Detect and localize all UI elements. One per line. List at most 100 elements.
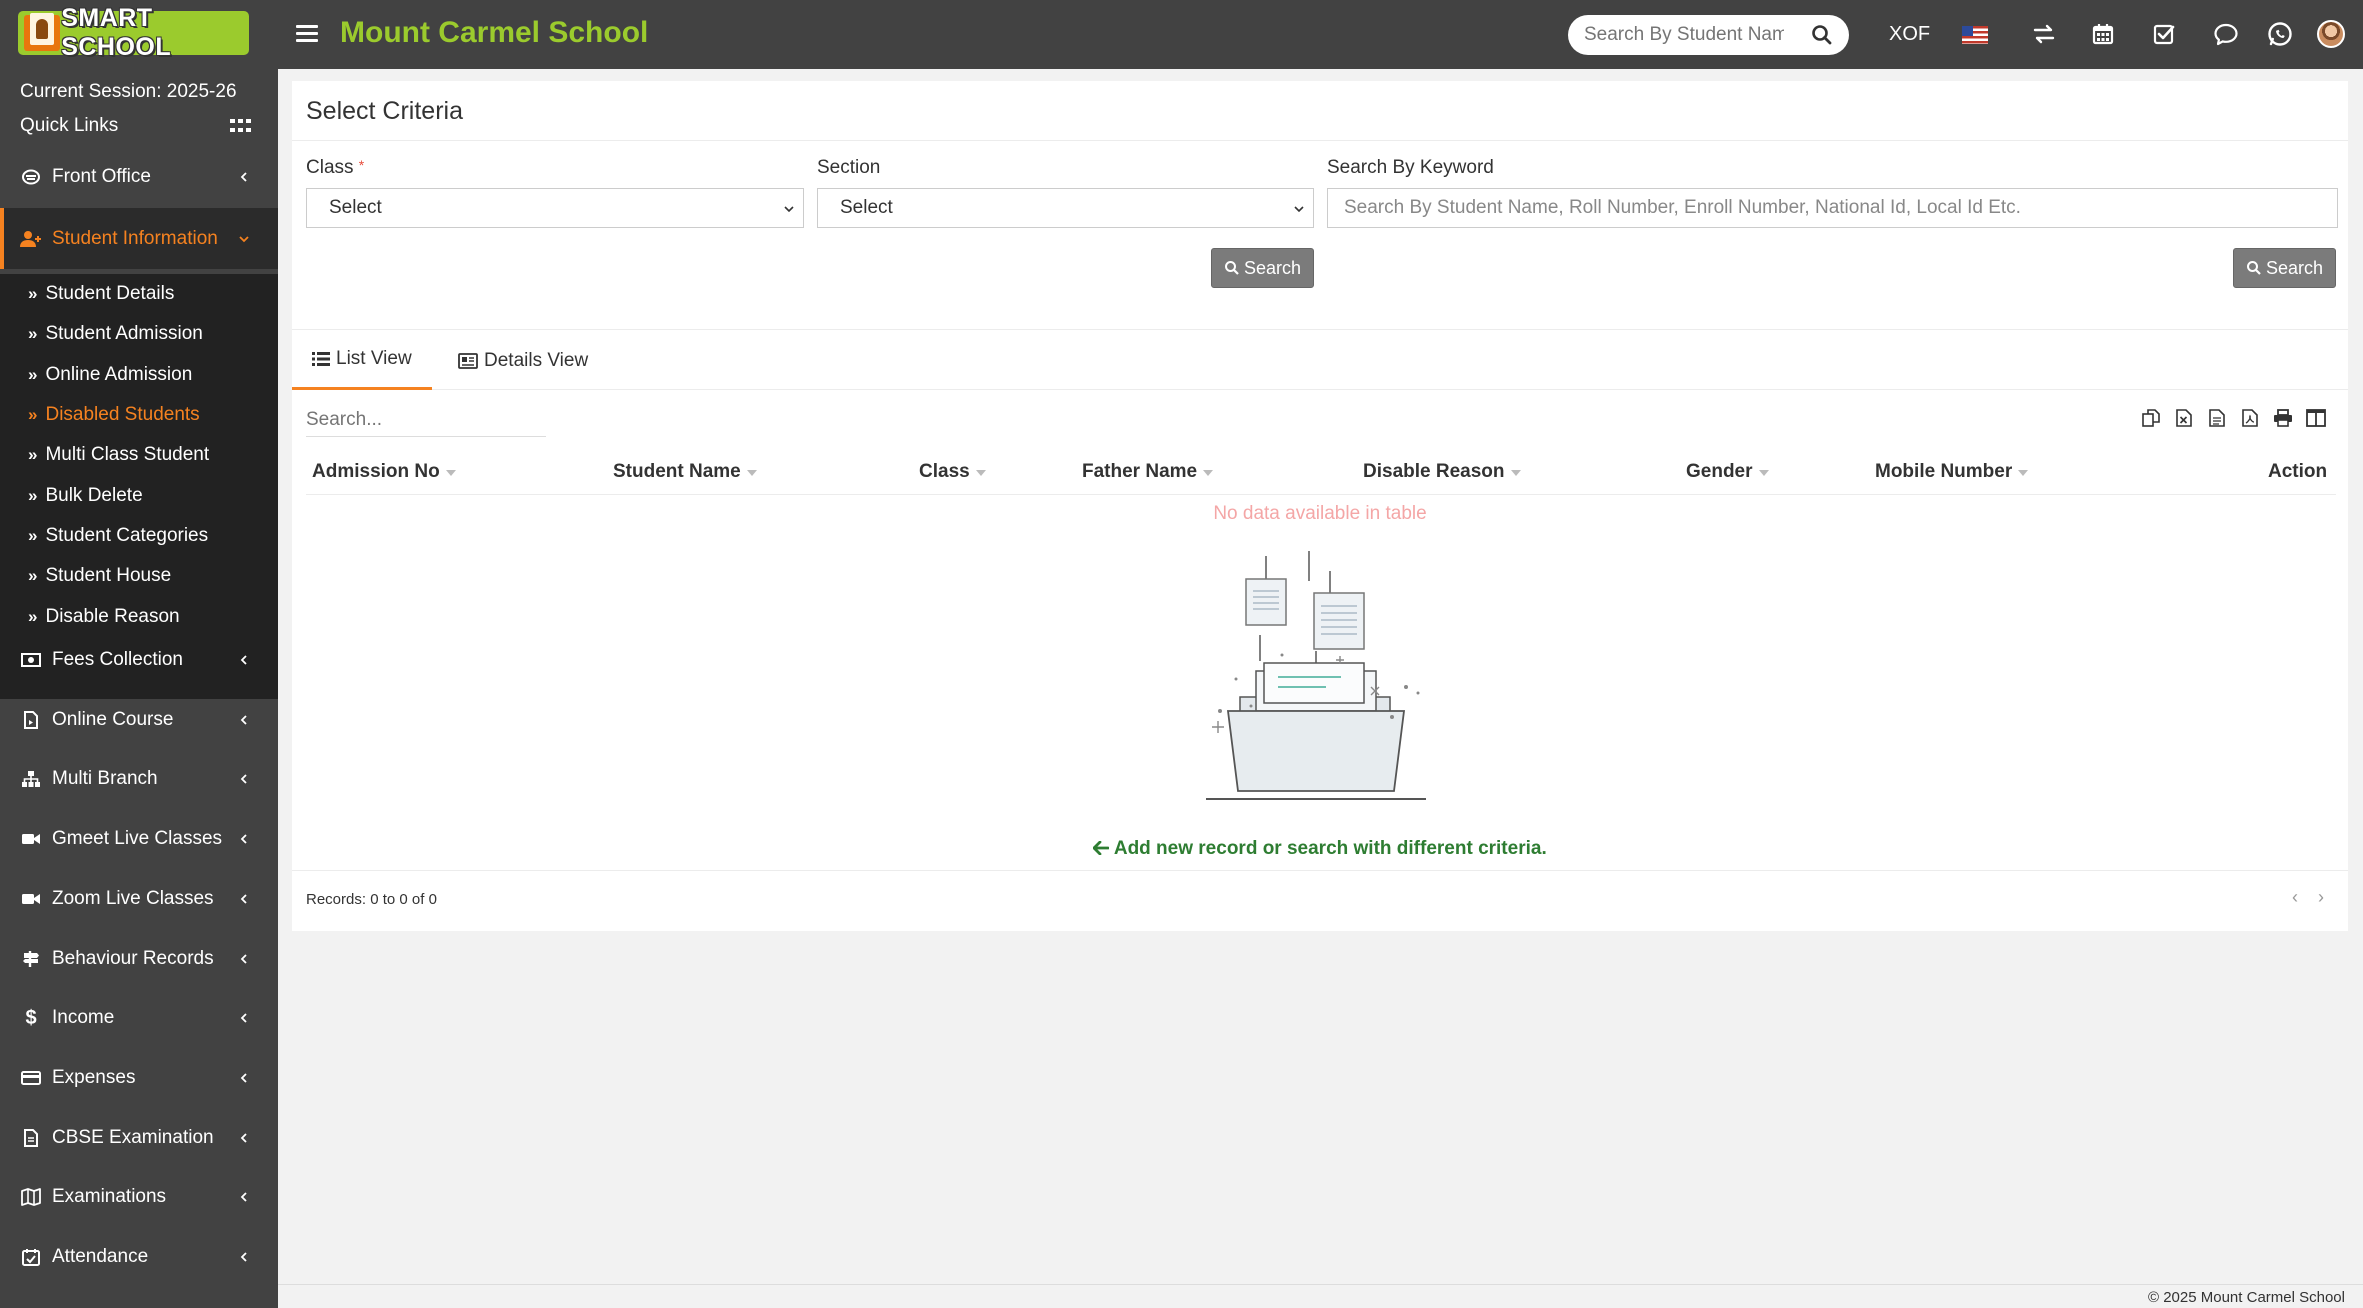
search-by-keyword-button[interactable]: Search	[2233, 248, 2336, 288]
chevron-left-icon	[240, 1252, 247, 1262]
chevron-down-icon	[239, 235, 249, 242]
whatsapp-icon[interactable]	[2265, 19, 2295, 49]
avatar[interactable]	[2317, 20, 2345, 48]
calendar-icon[interactable]	[2088, 19, 2118, 49]
column-header-father-name[interactable]: Father Name	[1082, 461, 1214, 483]
sort-icon	[445, 470, 456, 476]
sort-icon	[1203, 470, 1214, 476]
calendar-check-icon	[20, 1247, 42, 1267]
table-search-input[interactable]	[306, 403, 546, 437]
main-panel: Select Criteria Class * Select Section S…	[292, 81, 2348, 931]
keyword-input[interactable]: Search By Student Name, Roll Number, Enr…	[1327, 188, 2338, 228]
front-office-icon	[20, 167, 42, 187]
book-logo-icon	[18, 11, 61, 55]
columns-icon[interactable]	[2305, 407, 2326, 429]
chevron-left-icon	[240, 834, 247, 844]
sort-icon	[1758, 470, 1769, 476]
sidebar-item-expenses[interactable]: Expenses	[0, 1050, 278, 1106]
sidebar-item-examinations[interactable]: Examinations	[0, 1169, 278, 1225]
class-label: Class *	[306, 157, 365, 178]
video-icon	[20, 889, 42, 909]
column-header-class[interactable]: Class	[919, 461, 986, 483]
grid-icon[interactable]	[230, 119, 251, 135]
prev-page-button[interactable]: ‹	[2292, 887, 2298, 908]
submenu-student-admission[interactable]: » Student Admission	[28, 314, 203, 354]
sidebar-item-behaviour-records[interactable]: Behaviour Records	[0, 931, 278, 987]
tab-list-view[interactable]: List View	[292, 331, 432, 390]
csv-icon[interactable]	[2206, 407, 2227, 429]
class-select[interactable]: Select	[306, 188, 804, 228]
divider	[292, 329, 2348, 330]
sidebar-item-online-course[interactable]: Online Course	[0, 692, 278, 748]
swap-icon[interactable]	[2029, 19, 2059, 49]
column-header-admission-no[interactable]: Admission No	[312, 461, 456, 483]
search-icon[interactable]	[1811, 24, 1833, 46]
copy-icon[interactable]	[2140, 407, 2161, 429]
submenu-disabled-students[interactable]: » Disabled Students	[28, 395, 200, 435]
logo-text: SMART SCHOOL	[61, 4, 172, 61]
sort-icon	[746, 470, 757, 476]
quick-links[interactable]: Quick Links	[20, 115, 118, 137]
student-search-box	[1568, 15, 1849, 55]
column-header-student-name[interactable]: Student Name	[613, 461, 757, 483]
chevron-left-icon	[240, 1073, 247, 1083]
map-icon	[20, 1187, 42, 1207]
column-header-gender[interactable]: Gender	[1686, 461, 1769, 483]
flag-us-icon[interactable]	[1962, 26, 1988, 44]
top-navbar: SMART SCHOOL Mount Carmel School XOF	[0, 0, 2363, 69]
chevron-left-icon	[240, 715, 247, 725]
submenu-disable-reason[interactable]: » Disable Reason	[28, 597, 180, 637]
currency-selector[interactable]: XOF	[1889, 23, 1930, 46]
brand-logo[interactable]: SMART SCHOOL	[18, 4, 249, 61]
sidebar-item-zoom-live-classes[interactable]: Zoom Live Classes	[0, 871, 278, 927]
submenu-student-house[interactable]: » Student House	[28, 556, 171, 596]
divider	[306, 494, 2336, 495]
chevron-left-icon	[240, 1133, 247, 1143]
column-header-mobile-number[interactable]: Mobile Number	[1875, 461, 2029, 483]
document-icon	[20, 1128, 42, 1148]
current-session: Current Session: 2025-26	[20, 81, 237, 102]
student-search-input[interactable]	[1584, 23, 1784, 47]
sidebar-item-front-office[interactable]: Front Office	[0, 149, 278, 205]
sort-icon	[1510, 470, 1521, 476]
section-select[interactable]: Select	[817, 188, 1314, 228]
excel-icon[interactable]	[2173, 407, 2194, 429]
search-icon	[2246, 261, 2261, 275]
required-mark: *	[358, 157, 365, 173]
print-icon[interactable]	[2272, 407, 2293, 429]
submenu-student-categories[interactable]: » Student Categories	[28, 516, 208, 556]
keyword-label: Search By Keyword	[1327, 157, 1494, 178]
sidebar-item-cbse-examination[interactable]: CBSE Examination	[0, 1110, 278, 1166]
chevron-down-icon	[1294, 206, 1304, 213]
chevron-left-icon	[240, 172, 247, 182]
sort-icon	[2018, 470, 2029, 476]
search-icon	[1224, 261, 1239, 275]
sidebar-item-student-information[interactable]: Student Information	[0, 208, 278, 269]
sidebar-item-multi-branch[interactable]: Multi Branch	[0, 751, 278, 807]
pdf-icon[interactable]	[2239, 407, 2260, 429]
sidebar-item-attendance[interactable]: Attendance	[0, 1229, 278, 1285]
copyright: © 2025 Mount Carmel School	[2148, 1289, 2345, 1306]
id-card-icon	[458, 352, 478, 369]
sort-icon	[975, 470, 986, 476]
next-page-button[interactable]: ›	[2318, 887, 2324, 908]
menu-icon[interactable]	[296, 22, 318, 44]
tab-details-view[interactable]: Details View	[458, 331, 588, 390]
column-header-disable-reason[interactable]: Disable Reason	[1363, 461, 1521, 483]
submenu-online-admission[interactable]: » Online Admission	[28, 355, 192, 395]
course-icon	[20, 710, 42, 730]
submenu-student-details[interactable]: » Student Details	[28, 274, 174, 314]
submenu-multi-class-student[interactable]: » Multi Class Student	[28, 435, 209, 475]
sitemap-icon	[20, 769, 42, 789]
submenu-bulk-delete[interactable]: » Bulk Delete	[28, 476, 143, 516]
page-title: Select Criteria	[306, 97, 463, 125]
add-record-message[interactable]: Add new record or search with different …	[292, 838, 2348, 860]
chevron-left-icon	[240, 1013, 247, 1023]
chat-icon[interactable]	[2211, 19, 2241, 49]
school-name: Mount Carmel School	[340, 16, 649, 49]
search-by-class-button[interactable]: Search	[1211, 248, 1314, 288]
sidebar-item-income[interactable]: $ Income	[0, 990, 278, 1046]
sidebar-item-fees-collection[interactable]: Fees Collection	[0, 632, 278, 688]
task-check-icon[interactable]	[2149, 19, 2179, 49]
sidebar-item-gmeet-live-classes[interactable]: Gmeet Live Classes	[0, 811, 278, 867]
